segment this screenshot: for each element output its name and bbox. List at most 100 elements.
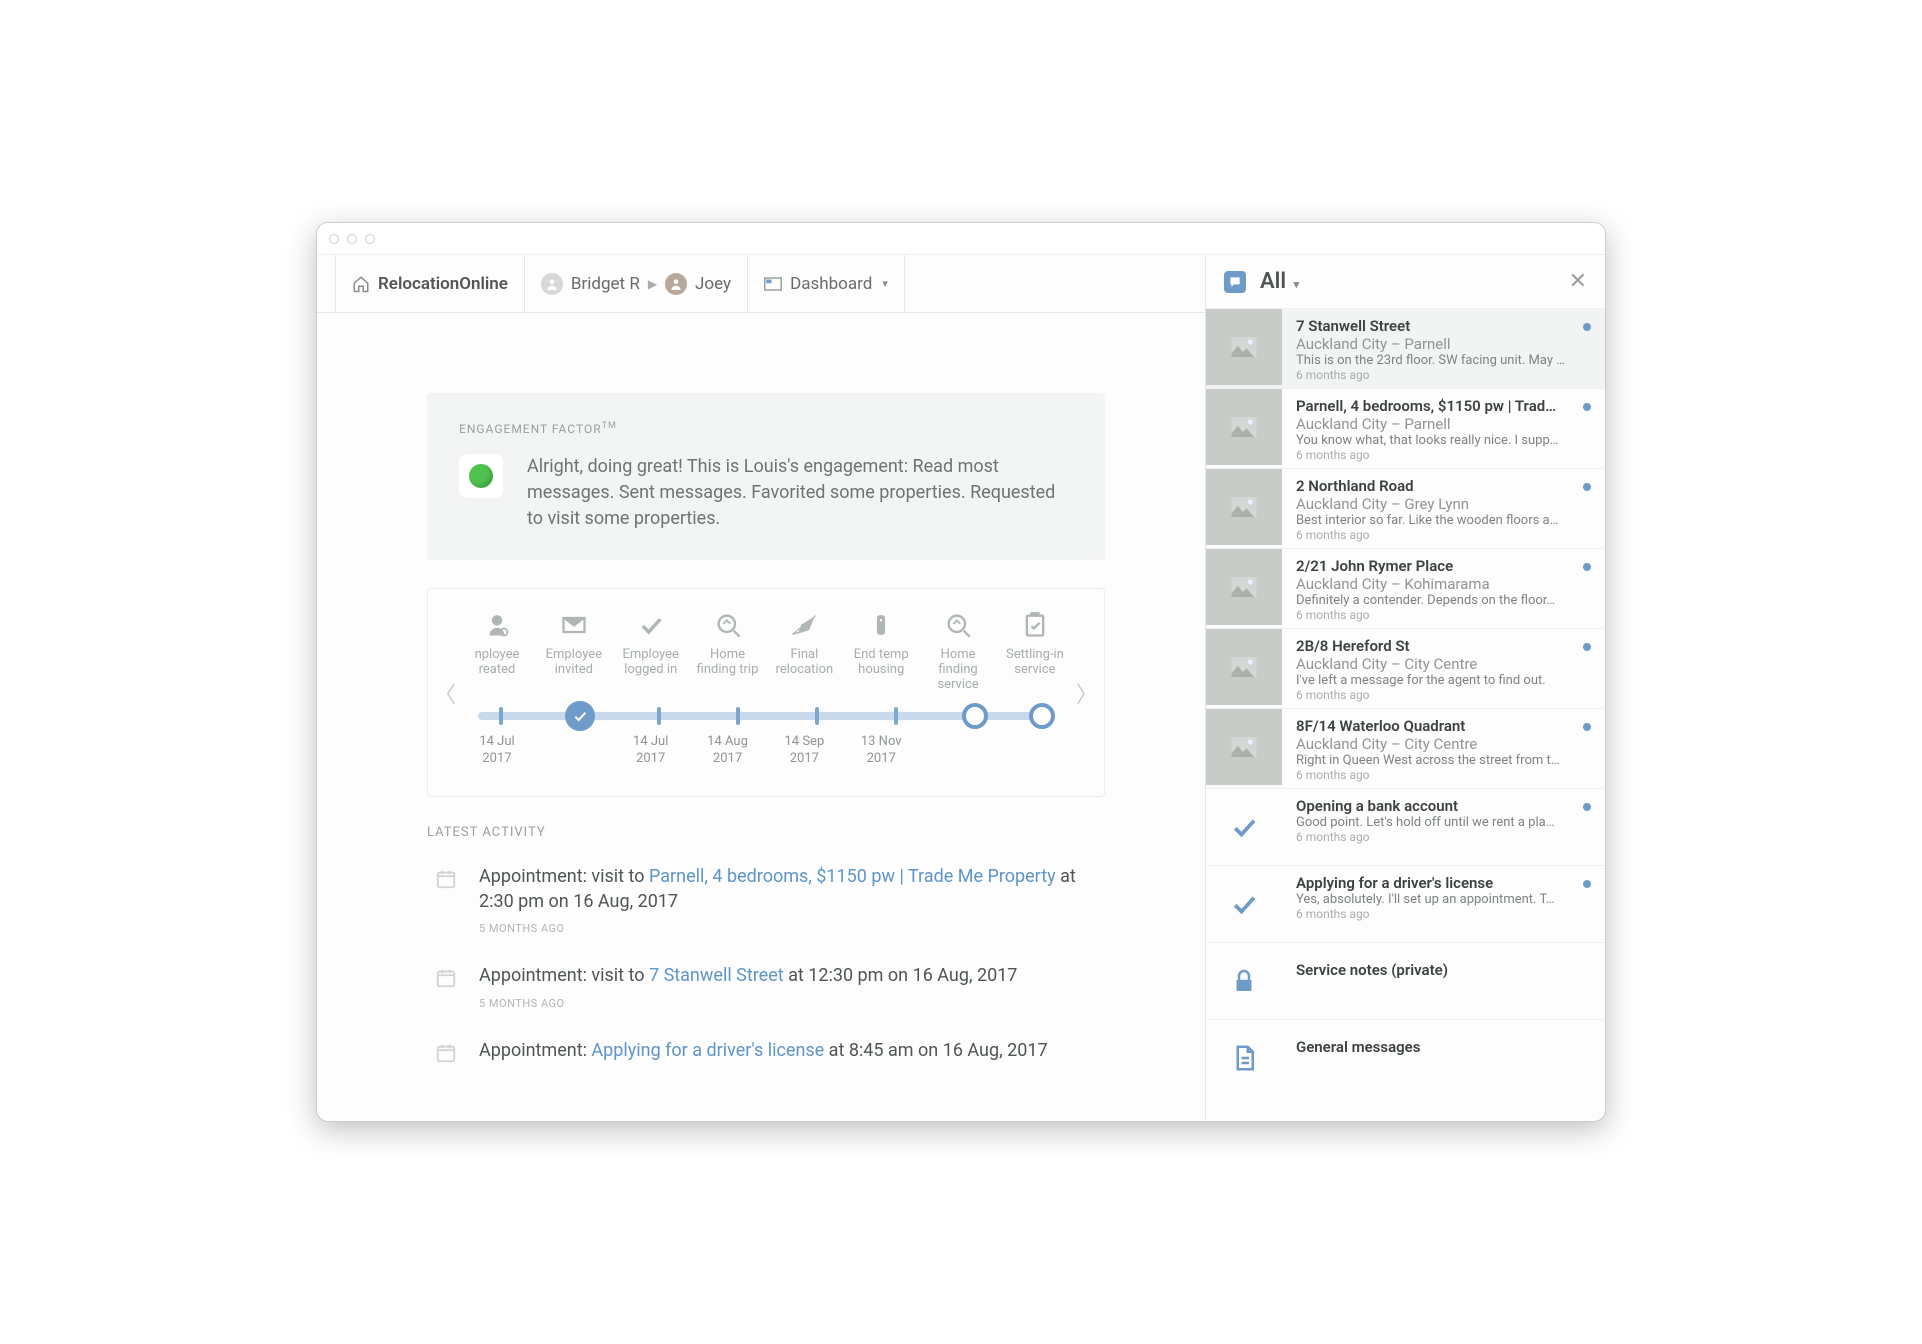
panel-item-thumb	[1206, 629, 1282, 705]
window-dot[interactable]	[365, 234, 375, 244]
panel-item[interactable]: Applying for a driver's license Yes, abs…	[1206, 865, 1605, 942]
panel-item-thumb	[1206, 866, 1282, 942]
lock-icon	[1229, 966, 1259, 996]
panel-item-thumb	[1206, 309, 1282, 385]
photo-icon	[1229, 732, 1259, 762]
brand-link[interactable]: RelocationOnline	[335, 255, 525, 312]
activity-text: Appointment: Applying for a driver's lic…	[479, 1038, 1048, 1063]
view-label: Dashboard	[790, 274, 872, 294]
panel-item-body: 2/21 John Rymer Place Auckland City – Ko…	[1282, 549, 1605, 628]
panel-filter-label: All	[1260, 269, 1286, 294]
activity-text: Appointment: visit to 7 Stanwell Street …	[479, 963, 1017, 988]
client-name: Joey	[695, 274, 731, 294]
nav-view-selector[interactable]: Dashboard ▾	[748, 255, 905, 312]
activity-item: Appointment: visit to Parnell, 4 bedroom…	[427, 854, 1105, 953]
unread-dot-icon	[1583, 803, 1591, 811]
timeline-item[interactable]: Home finding service	[923, 611, 993, 692]
panel-item[interactable]: Service notes (private)	[1206, 942, 1605, 1019]
unread-dot-icon	[1583, 563, 1591, 571]
window-dot[interactable]	[347, 234, 357, 244]
panel-item[interactable]: 7 Stanwell Street Auckland City – Parnel…	[1206, 308, 1605, 388]
engagement-status-badge	[459, 454, 503, 498]
timeline-node-open[interactable]	[962, 703, 988, 729]
window-dot[interactable]	[329, 234, 339, 244]
chevron-right-icon: ▶	[648, 277, 657, 291]
timeline-item[interactable]: nployee reated	[462, 611, 532, 677]
main-content: ENGAGEMENT FACTORTM Alright, doing great…	[317, 313, 1205, 1121]
timeline-label: Final relocation	[769, 647, 839, 677]
activity-list: Appointment: visit to Parnell, 4 bedroom…	[427, 854, 1105, 1082]
activity-link[interactable]: Parnell, 4 bedrooms, $1150 pw | Trade Me…	[649, 866, 1056, 887]
panel-item-title: Parnell, 4 bedrooms, $1150 pw | Trad…	[1296, 397, 1593, 415]
panel-item-snippet: This is on the 23rd floor. SW facing uni…	[1296, 353, 1593, 368]
panel-item-subtitle: Auckland City – City Centre	[1296, 735, 1593, 753]
timeline-item[interactable]: End temp housing	[846, 611, 916, 677]
panel-item-body: 2 Northland Road Auckland City – Grey Ly…	[1282, 469, 1605, 548]
activity-item: Appointment: visit to 7 Stanwell Street …	[427, 953, 1105, 1027]
avatar-icon	[665, 273, 687, 295]
timeline-date: 14 Aug2017	[693, 734, 763, 768]
activity-item: Appointment: Applying for a driver's lic…	[427, 1028, 1105, 1082]
panel-item-snippet: Best interior so far. Like the wooden fl…	[1296, 513, 1593, 528]
activity-link[interactable]: 7 Stanwell Street	[649, 965, 784, 986]
panel-item-time: 6 months ago	[1296, 528, 1593, 542]
timeline-stage-icon	[637, 611, 665, 639]
panel-item-title: 2/21 John Rymer Place	[1296, 557, 1593, 575]
panel-item[interactable]: General messages	[1206, 1019, 1605, 1096]
timeline-label: Settling-in service	[1000, 647, 1070, 677]
panel-item-body: Parnell, 4 bedrooms, $1150 pw | Trad… Au…	[1282, 389, 1605, 468]
panel-item-time: 6 months ago	[1296, 368, 1593, 382]
panel-item-thumb	[1206, 389, 1282, 465]
main-column: RelocationOnline Bridget R ▶ Joey Dashbo…	[317, 255, 1205, 1121]
panel-close[interactable]: ✕	[1569, 269, 1587, 294]
panel-item-snippet: Yes, absolutely. I'll set up an appointm…	[1296, 892, 1593, 907]
panel-item-title: Opening a bank account	[1296, 797, 1593, 815]
status-dot-icon	[469, 464, 493, 488]
timeline-stage-icon	[944, 611, 972, 639]
timeline-label: nployee reated	[462, 647, 532, 677]
timeline-label: End temp housing	[846, 647, 916, 677]
check-icon	[1229, 812, 1259, 842]
panel-item-snippet: I've left a message for the agent to fin…	[1296, 673, 1593, 688]
panel-item-body: Applying for a driver's license Yes, abs…	[1282, 866, 1605, 942]
panel-item-snippet: Definitely a contender. Depends on the f…	[1296, 593, 1593, 608]
panel-item-title: Applying for a driver's license	[1296, 874, 1593, 892]
panel-item[interactable]: Opening a bank account Good point. Let's…	[1206, 788, 1605, 865]
panel-item[interactable]: 2B/8 Hereford St Auckland City – City Ce…	[1206, 628, 1605, 708]
messages-icon	[1224, 271, 1246, 293]
activity-time: 5 MONTHS AGO	[479, 997, 1017, 1010]
panel-item-body: 7 Stanwell Street Auckland City – Parnel…	[1282, 309, 1605, 388]
nav-consultant[interactable]: Bridget R ▶ Joey	[525, 255, 748, 312]
timeline-item[interactable]: Home finding trip	[693, 611, 763, 677]
activity-link[interactable]: Applying for a driver's license	[591, 1040, 824, 1061]
timeline-item[interactable]: Employee invited	[539, 611, 609, 677]
activity-text: Appointment: visit to Parnell, 4 bedroom…	[479, 864, 1105, 914]
timeline-date: 14 Jul2017	[616, 734, 686, 768]
timeline-prev[interactable]: 〈	[434, 677, 456, 709]
timeline-item[interactable]: Settling-in service	[1000, 611, 1070, 677]
panel-item-time: 6 months ago	[1296, 830, 1593, 844]
timeline-next[interactable]: 〉	[1076, 677, 1098, 709]
panel-item-subtitle: Auckland City – Parnell	[1296, 415, 1593, 433]
panel-item[interactable]: 2/21 John Rymer Place Auckland City – Ko…	[1206, 548, 1605, 628]
panel-item[interactable]: 2 Northland Road Auckland City – Grey Ly…	[1206, 468, 1605, 548]
timeline-item[interactable]: Employee logged in	[616, 611, 686, 677]
panel-item-title: 8F/14 Waterloo Quadrant	[1296, 717, 1593, 735]
unread-dot-icon	[1583, 723, 1591, 731]
panel-item[interactable]: 8F/14 Waterloo Quadrant Auckland City – …	[1206, 708, 1605, 788]
panel-item[interactable]: Parnell, 4 bedrooms, $1150 pw | Trad… Au…	[1206, 388, 1605, 468]
timeline-stage-icon	[1021, 611, 1049, 639]
timeline-track	[478, 712, 1054, 720]
panel-item-time: 6 months ago	[1296, 768, 1593, 782]
panel-item-title: 2 Northland Road	[1296, 477, 1593, 495]
panel-header: All ▾ ✕	[1206, 255, 1605, 308]
activity-time: 5 MONTHS AGO	[479, 922, 1105, 935]
engagement-card: ENGAGEMENT FACTORTM Alright, doing great…	[427, 393, 1105, 560]
timeline-node-current[interactable]	[565, 701, 595, 731]
caret-down-icon: ▾	[1294, 278, 1300, 291]
timeline-node-open[interactable]	[1029, 703, 1055, 729]
panel-filter[interactable]: All ▾	[1260, 269, 1555, 294]
app-root: RelocationOnline Bridget R ▶ Joey Dashbo…	[317, 255, 1605, 1121]
timeline-item[interactable]: Final relocation	[769, 611, 839, 677]
timeline-date	[539, 734, 609, 768]
